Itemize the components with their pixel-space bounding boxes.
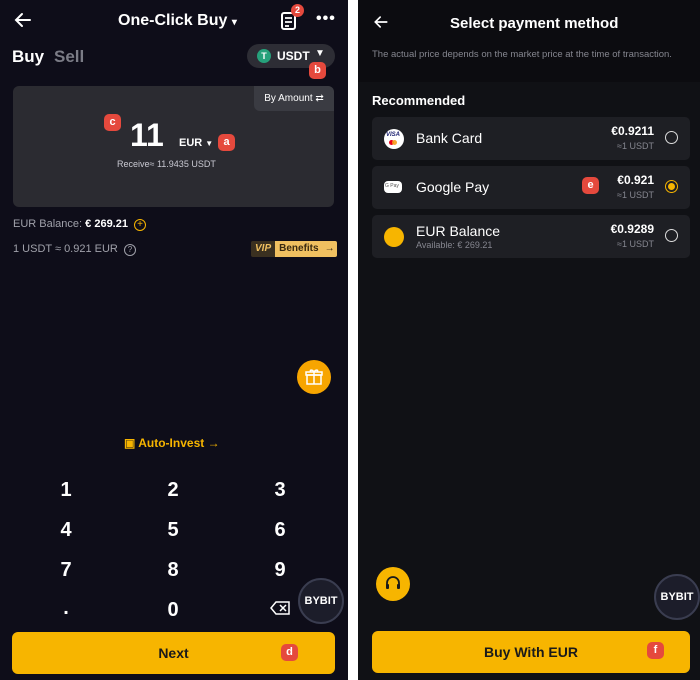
buy-with-eur-button[interactable]: Buy With EUR	[372, 631, 690, 673]
header-title-dropdown[interactable]: One-Click Buy ▾	[118, 12, 237, 30]
backspace-icon[interactable]	[270, 601, 290, 620]
visa-icon-label: VISA	[386, 132, 401, 138]
gift-icon	[305, 369, 323, 385]
gpay-icon-label: G Pay	[385, 183, 399, 189]
amount-card[interactable]: By Amount ⇄ 11 EUR ▼ Receive≈ 11.9435 US…	[13, 86, 334, 207]
key-5[interactable]: 5	[143, 519, 203, 542]
select-payment-screen: Select payment method The actual price d…	[358, 0, 700, 680]
method-approx: ≈1 USDT	[617, 190, 654, 200]
visa-mastercard-icon: VISA	[384, 129, 404, 149]
annotation-d: d	[281, 644, 298, 661]
wallet-icon	[384, 227, 404, 247]
notification-badge: 2	[291, 4, 304, 17]
vip-tag: VIP	[251, 241, 276, 257]
method-name: Bank Card	[416, 130, 483, 146]
annotation-c: c	[104, 114, 121, 131]
buy-label: Buy With EUR	[484, 644, 578, 660]
payment-method-eur-balance[interactable]: EUR Balance Available: € 269.21 €0.9289 …	[372, 215, 690, 258]
payment-method-google-pay[interactable]: G Pay Google Pay €0.921 ≈1 USDT	[372, 166, 690, 209]
method-price: €0.9211	[611, 124, 654, 138]
radio-bank-card[interactable]	[665, 131, 678, 144]
bybit-floating-button[interactable]: BYBIT	[298, 578, 344, 624]
method-name: EUR Balance	[416, 223, 501, 239]
arrow-right-icon: →	[207, 436, 220, 450]
rate-text: 1 USDT ≈ 0.921 EUR	[13, 243, 118, 255]
method-approx: ≈1 USDT	[617, 239, 654, 249]
coin-label: USDT	[277, 49, 310, 63]
annotation-b: b	[309, 62, 326, 79]
payment-method-bank-card[interactable]: VISA Bank Card €0.9211 ≈1 USDT	[372, 117, 690, 160]
help-icon[interactable]: ?	[123, 244, 136, 256]
chevron-down-icon: ▼	[205, 139, 214, 148]
method-price: €0.921	[617, 173, 654, 187]
google-pay-icon: G Pay	[384, 181, 402, 193]
support-button[interactable]	[376, 567, 410, 601]
balance-value: € 269.21	[85, 218, 128, 230]
usdt-icon: T	[257, 49, 271, 63]
gift-button[interactable]	[297, 360, 331, 394]
key-2[interactable]: 2	[143, 479, 203, 502]
back-arrow-icon[interactable]	[12, 9, 34, 31]
auto-invest-icon: ▣	[124, 436, 136, 450]
amount-value[interactable]: 11	[130, 117, 164, 154]
swap-icon: ⇄	[315, 93, 324, 104]
tab-buy[interactable]: Buy	[12, 47, 44, 67]
annotation-e: e	[582, 177, 599, 194]
one-click-buy-screen: One-Click Buy ▾ 2 ••• Buy Sell T USDT ▼ …	[0, 0, 348, 680]
method-name: Google Pay	[416, 179, 490, 195]
auto-invest-link[interactable]: ▣ Auto-Invest →	[124, 436, 220, 450]
bybit-floating-button[interactable]: BYBIT	[654, 574, 700, 620]
method-price: €0.9289	[610, 222, 654, 236]
balance-label: EUR Balance:	[13, 218, 83, 230]
key-3[interactable]: 3	[250, 479, 310, 502]
key-6[interactable]: 6	[250, 519, 310, 542]
arrow-right-icon: →	[322, 241, 337, 257]
key-7[interactable]: 7	[36, 559, 96, 582]
orders-icon[interactable]: 2	[280, 4, 304, 31]
eur-balance-row: EUR Balance: € 269.21 +	[13, 218, 147, 231]
method-sub: Available: € 269.21	[416, 240, 493, 250]
key-1[interactable]: 1	[36, 479, 96, 502]
radio-google-pay[interactable]	[665, 180, 678, 193]
next-label: Next	[158, 645, 189, 661]
rate-row: 1 USDT ≈ 0.921 EUR ?	[13, 243, 136, 256]
method-approx: ≈1 USDT	[617, 141, 654, 151]
auto-invest-label: Auto-Invest	[138, 436, 205, 450]
key-dot[interactable]: .	[36, 597, 96, 620]
key-4[interactable]: 4	[36, 519, 96, 542]
notice-text: The actual price depends on the market p…	[372, 49, 672, 60]
vip-benefits-link[interactable]: VIP Benefits →	[251, 241, 337, 257]
receive-text: Receive≈ 11.9435 USDT	[117, 159, 216, 169]
currency-dropdown[interactable]: EUR ▼	[179, 137, 213, 149]
by-amount-toggle[interactable]: By Amount ⇄	[254, 86, 334, 111]
annotation-a: a	[218, 134, 235, 151]
benefits-label: Benefits	[275, 241, 323, 257]
chevron-down-icon: ▼	[315, 48, 325, 59]
key-0[interactable]: 0	[143, 599, 203, 622]
tab-sell[interactable]: Sell	[54, 47, 84, 67]
section-title: Recommended	[372, 93, 466, 108]
chevron-down-icon: ▾	[231, 17, 237, 28]
page-title: Select payment method	[450, 15, 619, 32]
price-notice: The actual price depends on the market p…	[358, 44, 700, 82]
page-title: One-Click Buy	[118, 12, 228, 29]
currency-label: EUR	[179, 137, 203, 149]
by-amount-label: By Amount	[264, 93, 313, 104]
radio-eur-balance[interactable]	[665, 229, 678, 242]
annotation-f: f	[647, 642, 664, 659]
more-menu-icon[interactable]: •••	[316, 10, 336, 28]
add-funds-icon[interactable]: +	[134, 219, 147, 231]
back-arrow-icon[interactable]	[372, 13, 390, 31]
headset-icon	[386, 575, 400, 589]
key-9[interactable]: 9	[250, 559, 310, 582]
key-8[interactable]: 8	[143, 559, 203, 582]
